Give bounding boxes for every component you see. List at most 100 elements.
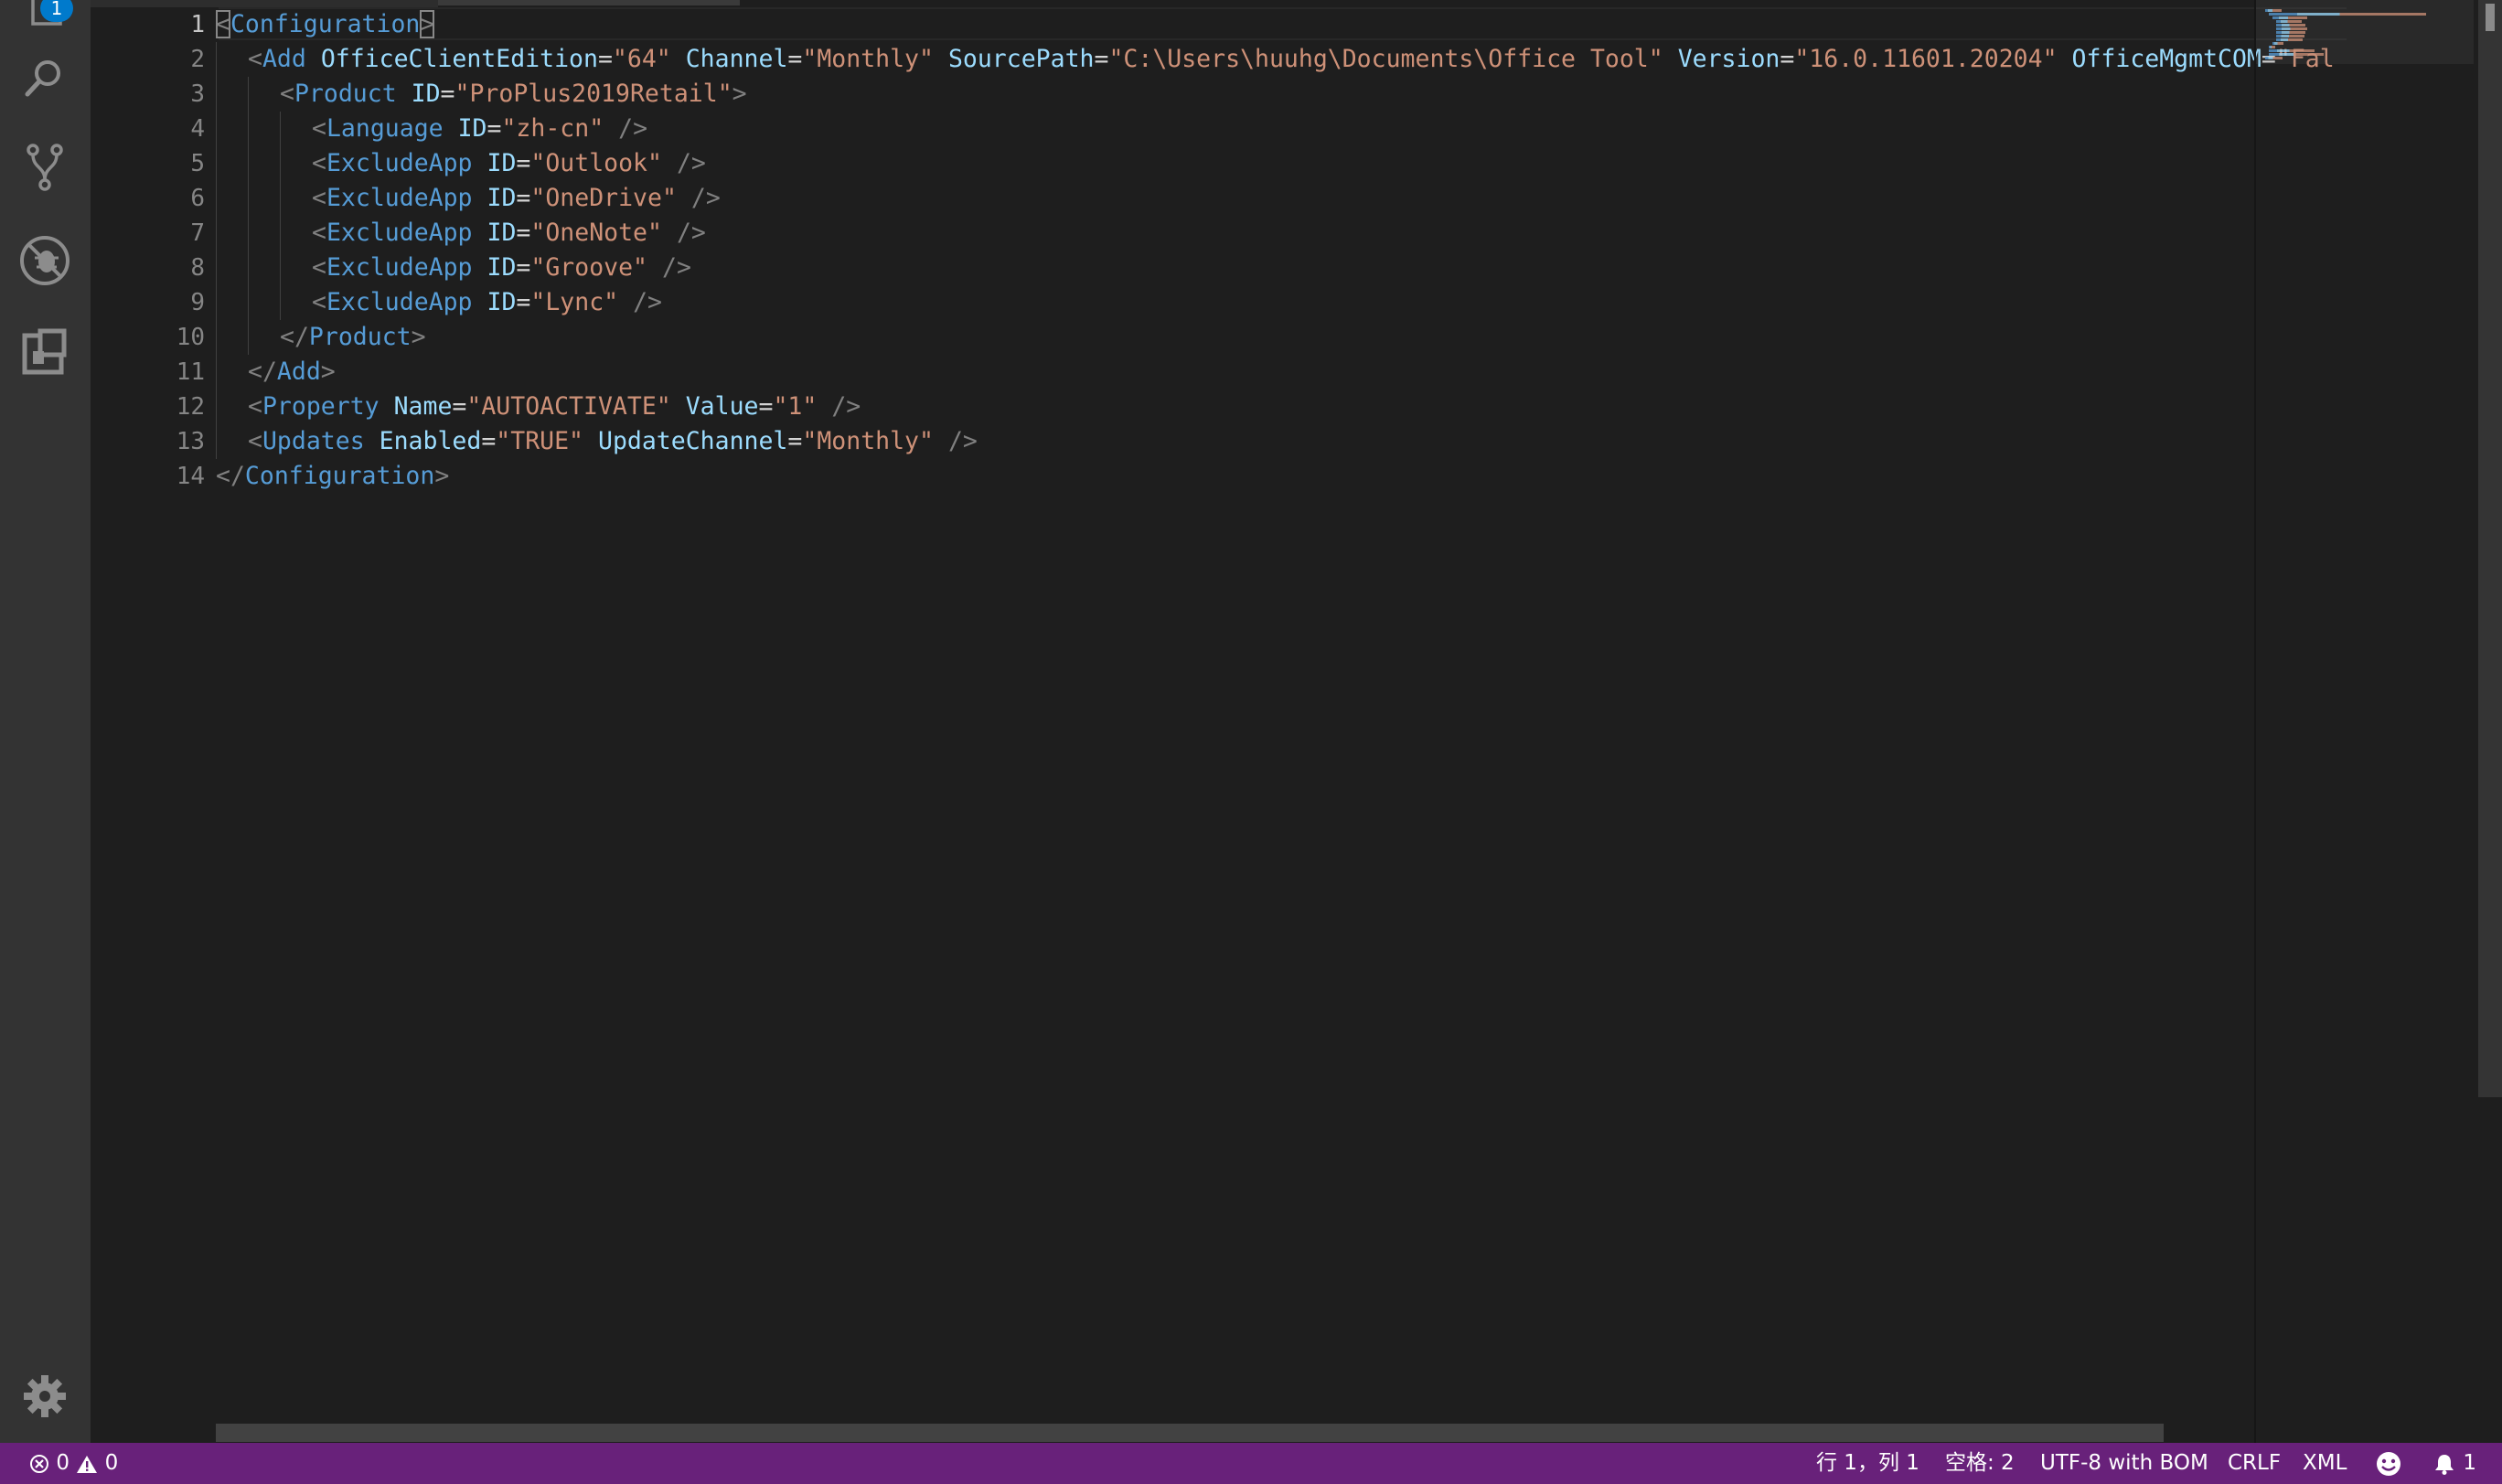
tag-token: ExcludeApp xyxy=(326,149,473,177)
line-number: 1 xyxy=(190,11,205,38)
minimap-line xyxy=(2272,42,2283,45)
editor-area[interactable]: 1 2 3 4 5 6 7 8 9 10 11 12 13 14 <Configuration> <Add … xyxy=(91,0,2502,1443)
attribute-token: Value xyxy=(685,392,759,421)
bracket-token: /> xyxy=(831,392,861,421)
string-token: "OneNote" xyxy=(530,219,662,247)
attribute-token: ID xyxy=(457,114,487,143)
indent-guide xyxy=(216,424,217,459)
line-number: 11 xyxy=(176,358,205,386)
tag-token: Configuration xyxy=(230,10,421,38)
code-line[interactable]: <ExcludeApp ID="OneDrive" /> xyxy=(216,181,2344,216)
tag-token: ExcludeApp xyxy=(326,219,473,247)
vertical-scrollbar[interactable] xyxy=(2478,0,2502,1443)
string-token: "TRUE" xyxy=(496,427,584,455)
indent-guide xyxy=(280,181,281,216)
source-control-icon[interactable] xyxy=(18,141,71,194)
indent-guide xyxy=(248,251,249,285)
minimap-line xyxy=(2269,46,2276,48)
bracket-token: < xyxy=(280,80,294,108)
minimap[interactable] xyxy=(2254,0,2474,1443)
indent-guide xyxy=(216,42,217,77)
equals-token: = xyxy=(440,80,455,108)
code-line[interactable]: </Configuration> xyxy=(216,459,2344,494)
extensions-icon[interactable] xyxy=(18,327,71,380)
code-line[interactable]: <ExcludeApp ID="Outlook" /> xyxy=(216,146,2344,181)
code-line[interactable]: </Add> xyxy=(216,355,2344,390)
bracket-token: > xyxy=(420,10,435,38)
bracket-token: > xyxy=(320,358,336,386)
string-token: "ProPlus2019Retail" xyxy=(454,80,732,108)
equals-token: = xyxy=(1780,45,1795,73)
bracket-token: < xyxy=(312,114,326,143)
indent-guide xyxy=(248,216,249,251)
cursor-position[interactable]: 行 1，列 1 xyxy=(1816,1443,1919,1484)
search-icon[interactable] xyxy=(18,51,71,104)
problems-indicator[interactable]: 0 0 xyxy=(29,1443,118,1484)
line-number: 6 xyxy=(190,185,205,212)
line-number: 2 xyxy=(190,46,205,73)
code-line[interactable]: </Product> xyxy=(216,320,2344,355)
settings-gear-icon[interactable] xyxy=(18,1370,71,1423)
attribute-token: ID xyxy=(411,80,441,108)
minimap-line xyxy=(2265,57,2283,59)
notifications[interactable]: 1 xyxy=(2432,1443,2476,1484)
vertical-scrollbar-thumb[interactable] xyxy=(2478,0,2502,1097)
debug-icon[interactable] xyxy=(18,234,71,287)
code-content[interactable]: <Configuration> <Add OfficeClientEdition=… xyxy=(216,7,2344,494)
tag-token: Language xyxy=(326,114,444,143)
attribute-token: Channel xyxy=(685,45,788,73)
code-line[interactable]: <ExcludeApp ID="OneNote" /> xyxy=(216,216,2344,251)
tab-strip-edge xyxy=(438,0,740,5)
equals-token: = xyxy=(486,114,502,143)
file-encoding[interactable]: UTF-8 with BOM xyxy=(2040,1443,2208,1484)
equals-token: = xyxy=(516,253,531,282)
equals-token: = xyxy=(787,427,803,455)
indent-guide xyxy=(248,112,249,146)
indent-guide xyxy=(216,146,217,181)
line-number: 5 xyxy=(190,150,205,177)
horizontal-scrollbar-thumb[interactable] xyxy=(216,1424,2164,1442)
code-line[interactable]: <Add OfficeClientEdition="64" Channel="M… xyxy=(216,42,2344,77)
line-number: 3 xyxy=(190,80,205,108)
code-line[interactable]: <ExcludeApp ID="Lync" /> xyxy=(216,285,2344,320)
bracket-token: > xyxy=(732,80,747,108)
code-line[interactable]: <Property Name="AUTOACTIVATE" Value="1" … xyxy=(216,390,2344,424)
indent-guide xyxy=(216,251,217,285)
string-token: "Lync" xyxy=(530,288,619,316)
minimap-line xyxy=(2276,27,2307,30)
language-mode[interactable]: XML xyxy=(2303,1443,2347,1484)
line-ending[interactable]: CRLF xyxy=(2228,1443,2281,1484)
indent-guide xyxy=(248,285,249,320)
bracket-token: < xyxy=(312,253,326,282)
bracket-token: /> xyxy=(618,114,648,143)
cursor-position-marker xyxy=(2486,4,2495,31)
attribute-token: ID xyxy=(486,219,517,247)
code-line[interactable]: <Configuration> xyxy=(216,7,2344,42)
string-token: "AUTOACTIVATE" xyxy=(466,392,671,421)
code-line[interactable]: <ExcludeApp ID="Groove" /> xyxy=(216,251,2344,285)
code-line[interactable]: <Language ID="zh-cn" /> xyxy=(216,112,2344,146)
attribute-token: ID xyxy=(486,253,517,282)
minimap-line xyxy=(2269,13,2426,16)
status-bar: 0 0 行 1，列 1 空格: 2 UTF-8 with BOM CRLF XM… xyxy=(0,1443,2502,1484)
code-line[interactable]: <Updates Enabled="TRUE" UpdateChannel="M… xyxy=(216,424,2344,459)
line-number: 9 xyxy=(190,289,205,316)
code-line[interactable]: <Product ID="ProPlus2019Retail"> xyxy=(216,77,2344,112)
indent-guide xyxy=(280,216,281,251)
indent-guide xyxy=(280,285,281,320)
minimap-line xyxy=(2276,24,2306,27)
feedback-smiley-icon[interactable] xyxy=(2375,1443,2402,1484)
indentation-setting[interactable]: 空格: 2 xyxy=(1945,1443,2015,1484)
equals-token: = xyxy=(516,184,531,212)
warning-icon xyxy=(76,1451,98,1475)
equals-token: = xyxy=(516,149,531,177)
equals-token: = xyxy=(452,392,467,421)
indent-guide xyxy=(216,112,217,146)
